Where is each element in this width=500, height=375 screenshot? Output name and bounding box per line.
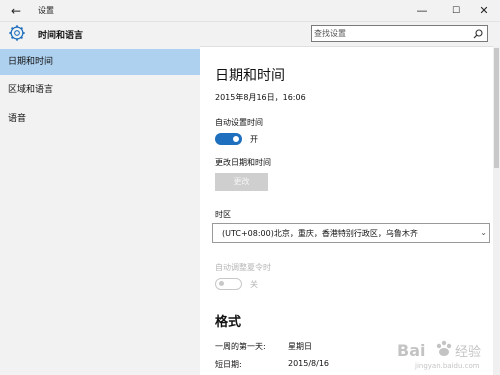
current-datetime: 2015年8月16日，16:06 xyxy=(215,93,306,102)
dst-state: 关 xyxy=(250,280,258,289)
window-title: 设置 xyxy=(38,6,54,15)
format-value: 星期日 xyxy=(288,342,312,351)
format-row-first-day: 一周的第一天: 星期日 xyxy=(215,341,312,352)
change-datetime-label: 更改日期和时间 xyxy=(215,158,271,167)
sidebar-header-label: 时间和语言 xyxy=(38,31,84,41)
search-box[interactable] xyxy=(311,25,488,42)
change-datetime-button[interactable]: 更改 xyxy=(215,173,268,191)
format-value: 2015/8/16 xyxy=(288,359,330,368)
timezone-select[interactable]: (UTC+08:00)北京，重庆，香港特别行政区，乌鲁木齐 ⌄ xyxy=(212,223,490,243)
baidu-watermark-logo: Bai 经验 jingyan.baidu.com xyxy=(397,340,481,370)
auto-time-label: 自动设置时间 xyxy=(215,118,263,127)
minimize-button[interactable]: — xyxy=(412,2,432,20)
main-panel: 日期和时间 2015年8月16日，16:06 自动设置时间 开 更改日期和时间 … xyxy=(200,46,500,375)
scrollbar-thumb[interactable] xyxy=(494,48,499,168)
auto-time-toggle[interactable] xyxy=(215,133,242,145)
svg-text:jingyan.baidu.com: jingyan.baidu.com xyxy=(414,362,480,370)
format-row-short-date: 短日期: 2015/8/16 xyxy=(215,359,329,370)
chevron-down-icon: ⌄ xyxy=(480,228,487,237)
page-title: 日期和时间 xyxy=(215,68,285,84)
dst-label: 自动调整夏令时 xyxy=(215,263,271,272)
maximize-button[interactable]: ☐ xyxy=(446,2,466,20)
format-label: 一周的第一天: xyxy=(215,342,266,351)
scrollbar[interactable] xyxy=(493,46,500,375)
sidebar-header[interactable]: 时间和语言 xyxy=(0,22,200,46)
format-label: 短日期: xyxy=(215,360,242,369)
sidebar-item-speech[interactable]: 语音 xyxy=(0,106,200,132)
formats-title: 格式 xyxy=(215,315,242,330)
sidebar: 时间和语言 日期和时间 区域和语言 语音 xyxy=(0,22,200,375)
timezone-label: 时区 xyxy=(215,210,231,219)
svg-text:Bai: Bai xyxy=(397,341,425,360)
svg-text:经验: 经验 xyxy=(455,344,481,360)
toggle-knob xyxy=(233,136,239,142)
sidebar-item-date-time[interactable]: 日期和时间 xyxy=(0,49,200,75)
auto-time-state: 开 xyxy=(250,135,258,144)
timezone-value: (UTC+08:00)北京，重庆，香港特别行政区，乌鲁木齐 xyxy=(222,229,418,238)
title-bar: ← 设置 — ☐ ✕ xyxy=(0,0,500,22)
gear-icon xyxy=(9,25,25,41)
search-input[interactable] xyxy=(314,27,464,40)
close-button[interactable]: ✕ xyxy=(474,2,494,20)
toggle-knob xyxy=(219,281,224,286)
dst-toggle[interactable] xyxy=(215,278,242,290)
back-arrow-icon[interactable]: ← xyxy=(8,3,24,19)
search-icon[interactable] xyxy=(473,29,483,39)
sidebar-item-region-language[interactable]: 区域和语言 xyxy=(0,77,200,103)
